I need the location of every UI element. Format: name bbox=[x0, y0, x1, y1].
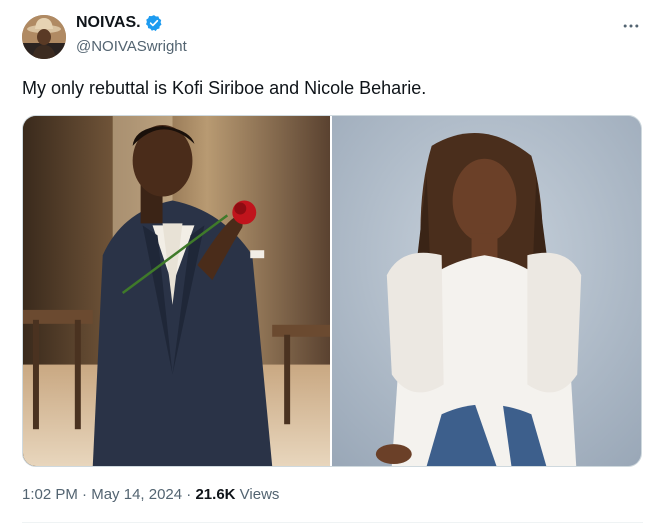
views-count[interactable]: 21.6K bbox=[195, 486, 235, 503]
verified-badge-icon[interactable] bbox=[145, 14, 163, 32]
more-options-icon[interactable] bbox=[619, 14, 643, 38]
meta-separator: · bbox=[82, 486, 88, 503]
media-grid bbox=[22, 115, 642, 467]
divider bbox=[22, 522, 643, 523]
tweet-meta: 1:02 PM · May 14, 2024 · 21.6K Views bbox=[22, 486, 279, 503]
photo-man-with-rose[interactable] bbox=[23, 116, 330, 466]
views-label[interactable]: Views bbox=[240, 486, 280, 503]
author-avatar[interactable] bbox=[22, 15, 66, 59]
photo-woman-portrait[interactable] bbox=[332, 116, 641, 466]
author-display-name[interactable]: NOIVAS. bbox=[76, 14, 141, 32]
author-name-row: NOIVAS. bbox=[76, 14, 163, 32]
tweet-card: NOIVAS. @NOIVASwright My only rebuttal i… bbox=[0, 0, 663, 529]
tweet-text: My only rebuttal is Kofi Siriboe and Nic… bbox=[22, 78, 427, 98]
tweet-time[interactable]: 1:02 PM bbox=[22, 486, 78, 503]
meta-separator-2: · bbox=[186, 486, 192, 503]
author-handle[interactable]: @NOIVASwright bbox=[76, 38, 187, 55]
tweet-date[interactable]: May 14, 2024 bbox=[91, 486, 182, 503]
